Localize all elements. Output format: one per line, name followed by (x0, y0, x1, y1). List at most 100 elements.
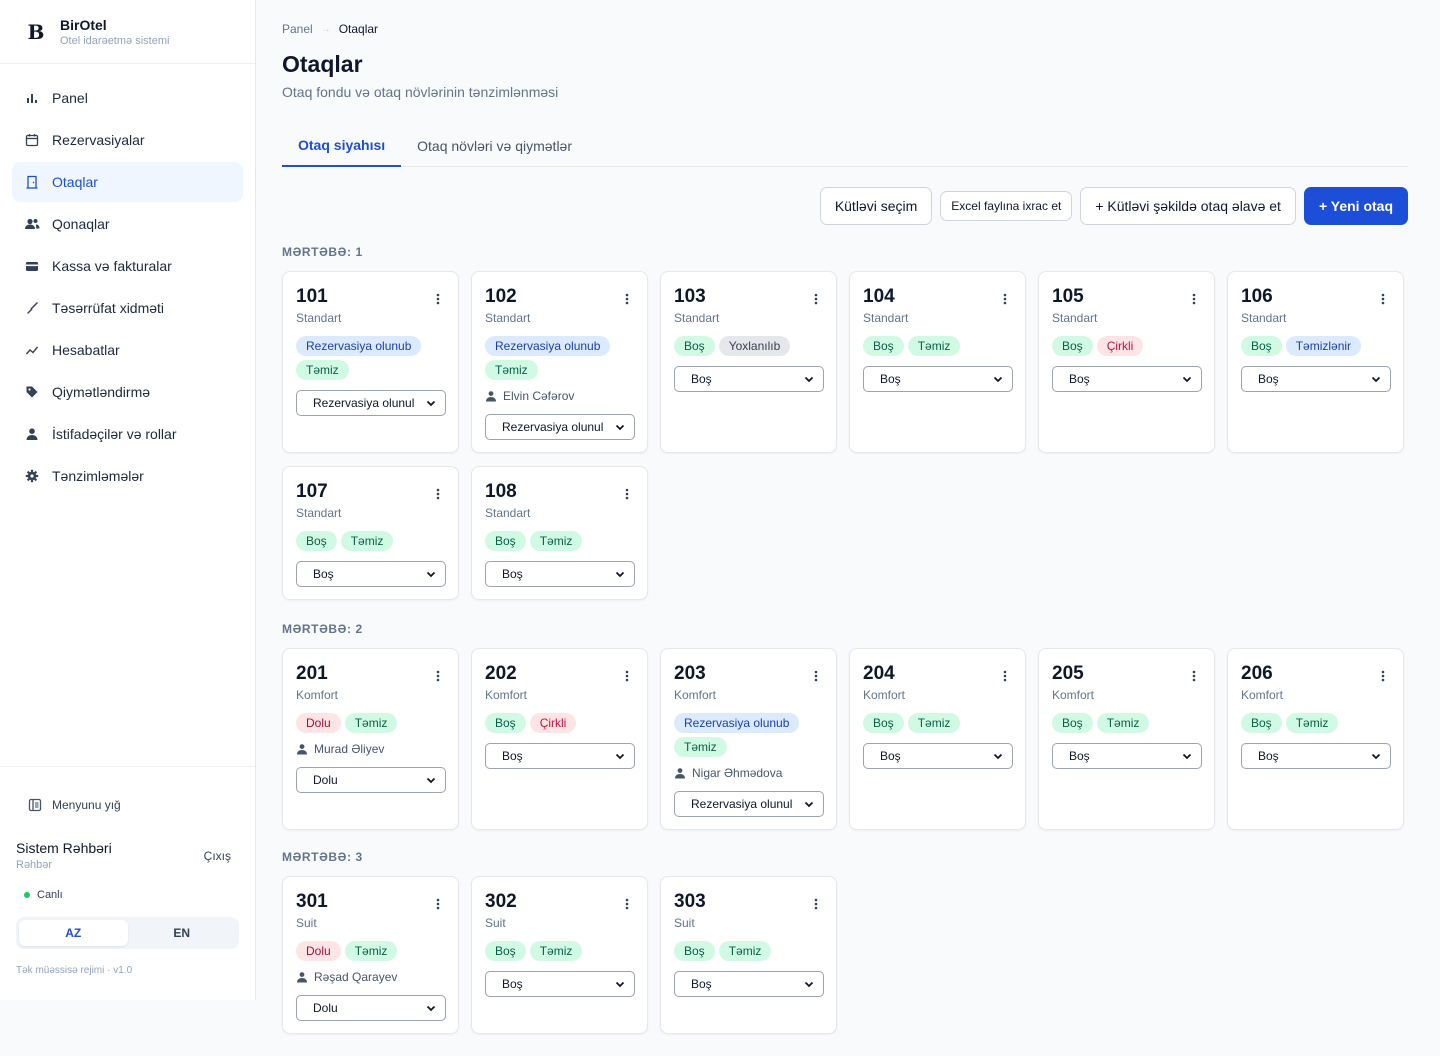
sidebar-item-users-roles[interactable]: İstifadəçilər və rollar (12, 414, 243, 454)
logout-button[interactable]: Çıxış (204, 849, 231, 863)
guest-name: Elvin Cəfərov (485, 388, 635, 404)
sidebar-item-guests[interactable]: Qonaqlar (12, 204, 243, 244)
sidebar-item-reservations[interactable]: Rezervasiyalar (12, 120, 243, 160)
room-status-select[interactable]: Boş (1052, 366, 1202, 392)
more-options-icon[interactable] (997, 668, 1013, 684)
guest-name-label: Nigar Əhmədova (692, 766, 783, 780)
room-status-value: Boş (502, 749, 523, 763)
room-status-select[interactable]: Boş (1241, 743, 1391, 769)
status-badge: Boş (863, 336, 904, 356)
bulk-select-button[interactable]: Kütləvi seçim (819, 187, 933, 225)
room-card[interactable]: 205 Komfort Boş Təmiz Boş (1038, 648, 1215, 830)
more-options-icon[interactable] (1375, 291, 1391, 307)
room-card[interactable]: 103 Standart Boş Yoxlanılıb Boş (660, 271, 837, 453)
sidebar-item-settings[interactable]: Tənzimləmələr (12, 456, 243, 496)
more-options-icon[interactable] (619, 896, 635, 912)
more-options-icon[interactable] (430, 668, 446, 684)
room-status-select[interactable]: Rezervasiya olunul (485, 414, 635, 440)
room-card[interactable]: 202 Komfort Boş Çirkli Boş (471, 648, 648, 830)
room-card[interactable]: 106 Standart Boş Təmizlənir Boş (1227, 271, 1404, 453)
room-number: 108 (485, 481, 517, 502)
room-badges: Boş Təmiz (296, 531, 446, 551)
room-badges: Boş Çirkli (1052, 336, 1202, 356)
room-status-select[interactable]: Boş (863, 366, 1013, 392)
status-badge: Təmiz (485, 360, 538, 380)
room-status-select[interactable]: Boş (296, 561, 446, 587)
floor-label: MƏRTƏBƏ: 2 (282, 622, 363, 636)
more-options-icon[interactable] (619, 486, 635, 502)
more-options-icon[interactable] (808, 668, 824, 684)
room-status-select[interactable]: Boş (863, 743, 1013, 769)
more-options-icon[interactable] (619, 291, 635, 307)
room-status-select[interactable]: Boş (485, 971, 635, 997)
more-options-icon[interactable] (619, 668, 635, 684)
room-number: 203 (674, 663, 706, 684)
room-card[interactable]: 301 Suit Dolu Təmiz Rəşad Qarayev Dolu (282, 876, 459, 1034)
floor-label: MƏRTƏBƏ: 3 (282, 850, 363, 864)
lang-az-button[interactable]: AZ (19, 920, 128, 946)
room-type: Komfort (674, 688, 717, 702)
room-card[interactable]: 107 Standart Boş Təmiz Boş (282, 466, 459, 600)
export-excel-button[interactable]: Excel faylına ixrac et (940, 191, 1073, 221)
room-status-select[interactable]: Rezervasiya olunul (674, 791, 824, 817)
room-card[interactable]: 303 Suit Boş Təmiz Boş (660, 876, 837, 1034)
breadcrumb-parent[interactable]: Panel (282, 22, 313, 36)
tab-room-list[interactable]: Otaq siyahısı (282, 125, 402, 167)
room-status-select[interactable]: Dolu (296, 767, 446, 793)
sidebar-item-housekeeping[interactable]: Təsərrüfat xidməti (12, 288, 243, 328)
room-card[interactable]: 102 Standart Rezervasiya olunub Təmiz Elvin … (471, 271, 648, 453)
room-status-select[interactable]: Boş (1052, 743, 1202, 769)
room-card[interactable]: 302 Suit Boş Təmiz Boş (471, 876, 648, 1034)
status-badge: Təmiz (340, 531, 394, 551)
more-options-icon[interactable] (808, 291, 824, 307)
lang-en-button[interactable]: EN (128, 920, 237, 946)
sidebar-item-panel[interactable]: Panel (12, 78, 243, 118)
room-status-select[interactable]: Dolu (296, 995, 446, 1021)
breadcrumb: Panel → Otaqlar (282, 21, 1408, 37)
new-room-button[interactable]: + Yeni otaq (1303, 187, 1408, 225)
room-status-select[interactable]: Boş (1241, 366, 1391, 392)
room-status-value: Boş (691, 977, 712, 991)
room-status-select[interactable]: Boş (485, 561, 635, 587)
room-status-select[interactable]: Boş (485, 743, 635, 769)
more-options-icon[interactable] (430, 896, 446, 912)
status-badge: Təmiz (1096, 713, 1150, 733)
status-badge: Boş (674, 941, 715, 961)
sidebar-item-cashier[interactable]: Kassa və fakturalar (12, 246, 243, 286)
room-card[interactable]: 108 Standart Boş Təmiz Boş (471, 466, 648, 600)
sidebar-item-label: Hesabatlar (52, 342, 120, 358)
status-badge: Təmiz (344, 713, 398, 733)
status-badge: Boş (1052, 713, 1093, 733)
room-status-value: Dolu (313, 773, 338, 787)
room-card[interactable]: 206 Komfort Boş Təmiz Boş (1227, 648, 1404, 830)
collapse-menu-button[interactable]: Menyunu yığ (16, 793, 239, 817)
bulk-add-rooms-button[interactable]: + Kütləvi şəkildə otaq əlavə et (1080, 187, 1296, 225)
sidebar-item-label: Kassa və fakturalar (52, 258, 172, 274)
status-badge: Təmizlənir (1285, 336, 1362, 356)
sidebar-item-label: Qiymətləndirmə (52, 384, 151, 400)
room-status-select[interactable]: Rezervasiya olunul (296, 390, 446, 416)
more-options-icon[interactable] (997, 291, 1013, 307)
sidebar-item-label: Tənzimləmələr (52, 468, 144, 484)
room-card[interactable]: 104 Standart Boş Təmiz Boş (849, 271, 1026, 453)
room-status-select[interactable]: Boş (674, 366, 824, 392)
room-card[interactable]: 203 Komfort Rezervasiya olunub Təmiz Nigar Ə… (660, 648, 837, 830)
sidebar-item-reports[interactable]: Hesabatlar (12, 330, 243, 370)
more-options-icon[interactable] (1186, 668, 1202, 684)
more-options-icon[interactable] (1375, 668, 1391, 684)
sidebar-item-rooms[interactable]: Otaqlar (12, 162, 243, 202)
user-icon (296, 971, 308, 983)
more-options-icon[interactable] (430, 291, 446, 307)
room-card[interactable]: 204 Komfort Boş Təmiz Boş (849, 648, 1026, 830)
room-status-select[interactable]: Boş (674, 971, 824, 997)
sidebar-item-rating[interactable]: Qiymətləndirmə (12, 372, 243, 412)
room-card[interactable]: 101 Standart Rezervasiya olunub Təmiz Rezerv… (282, 271, 459, 453)
room-number: 206 (1241, 663, 1273, 684)
more-options-icon[interactable] (1186, 291, 1202, 307)
tab-room-types[interactable]: Otaq növləri və qiymətlər (401, 125, 588, 167)
room-card[interactable]: 201 Komfort Dolu Təmiz Murad Əliyev Dolu (282, 648, 459, 830)
more-options-icon[interactable] (430, 486, 446, 502)
more-options-icon[interactable] (808, 896, 824, 912)
room-card[interactable]: 105 Standart Boş Çirkli Boş (1038, 271, 1215, 453)
status-badge: Təmiz (907, 713, 961, 733)
